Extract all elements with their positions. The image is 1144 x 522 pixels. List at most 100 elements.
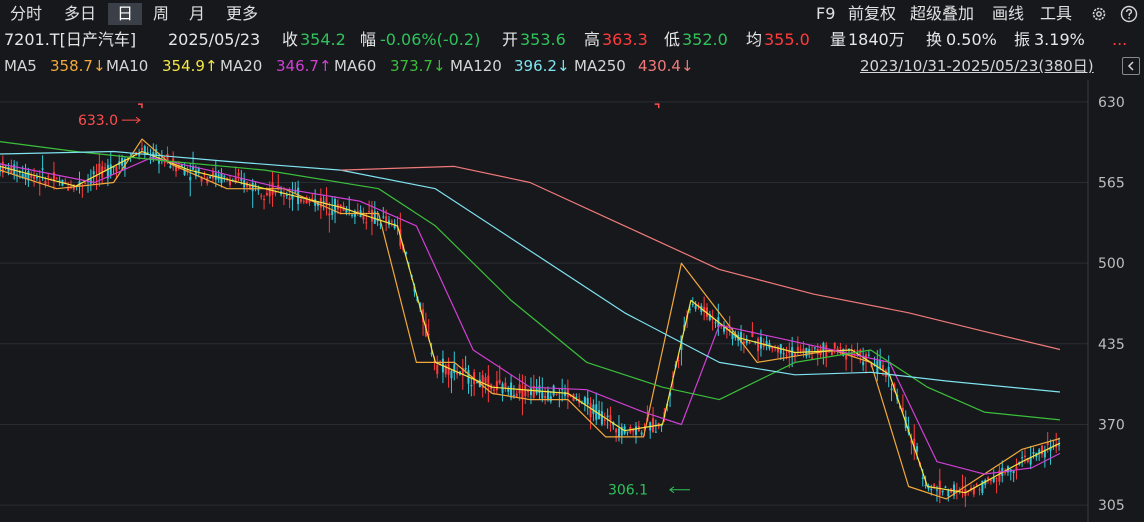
candle-body	[924, 485, 927, 487]
candle-body	[916, 446, 919, 452]
candle-body	[370, 209, 373, 222]
candle-body	[282, 195, 285, 197]
candle-body	[504, 382, 507, 388]
ma250-value: 430.4↓	[638, 57, 694, 75]
tab-more[interactable]: 更多	[220, 3, 264, 25]
candle-body	[257, 189, 260, 191]
candle-body	[285, 194, 288, 196]
ma10-label: MA10	[106, 57, 149, 75]
candle-body	[606, 415, 609, 418]
candle-body	[30, 175, 33, 178]
candle-body	[1023, 455, 1026, 457]
volume-label: 量	[830, 30, 847, 49]
candle-body	[529, 388, 532, 395]
f9-button[interactable]: F9	[816, 3, 835, 25]
turnover-label: 换	[926, 30, 943, 49]
candle-body	[365, 222, 368, 224]
tools-button[interactable]: 工具	[1040, 3, 1072, 25]
candle-body	[209, 176, 212, 179]
candle-body	[524, 385, 527, 397]
candle-body	[55, 178, 58, 180]
ma5-label: MA5	[4, 57, 37, 75]
candle-body	[302, 200, 305, 202]
high-label: 高	[584, 30, 601, 49]
candle-body	[879, 359, 882, 369]
candle-body	[368, 211, 371, 213]
adjust-button[interactable]: 前复权	[848, 3, 896, 25]
candle-body	[390, 221, 393, 223]
turnover-value: 0.50%	[946, 30, 997, 49]
candle-body	[833, 342, 836, 349]
candle-body	[515, 393, 518, 397]
candle-body	[510, 382, 513, 398]
candle-body	[35, 177, 38, 179]
tab-intraday[interactable]: 分时	[4, 3, 48, 25]
ma10-line	[0, 150, 1061, 494]
candle-body	[498, 379, 501, 384]
candle-body	[447, 364, 450, 375]
candle-body	[311, 198, 314, 200]
ma120-value: 396.2↓	[514, 57, 570, 75]
candle-body	[802, 348, 805, 352]
ma60-value: 373.7↓	[390, 57, 446, 75]
ma120-line	[0, 150, 1061, 393]
range-toggle-button[interactable]	[1122, 57, 1140, 75]
candle-body	[456, 372, 459, 375]
volume-value: 1840万	[848, 30, 905, 49]
candle-body	[782, 353, 785, 355]
candle-body	[33, 176, 36, 180]
candle-body	[555, 393, 558, 395]
candle-body	[947, 490, 950, 497]
high-value: 363.3	[602, 30, 648, 49]
avg-label: 均	[746, 30, 763, 49]
more-indicator[interactable]: ...	[1112, 28, 1127, 52]
candle-body	[935, 489, 938, 491]
candle-body	[322, 201, 325, 203]
candle-body	[385, 216, 388, 223]
candle-body	[228, 180, 231, 186]
candle-body	[839, 347, 842, 349]
candle-body	[223, 176, 226, 178]
candle-body	[1041, 445, 1044, 455]
draw-line-button[interactable]: 画线	[992, 3, 1024, 25]
gear-icon[interactable]	[1090, 5, 1108, 23]
candle-body	[436, 365, 439, 374]
ma20-label: MA20	[220, 57, 263, 75]
ma20-value: 346.7↑	[276, 57, 332, 75]
candle-body	[856, 349, 859, 351]
y-tick-label: 305	[1098, 498, 1125, 514]
candle-body	[552, 385, 555, 396]
max-price-label: 633.0	[78, 113, 118, 129]
tab-daily[interactable]: 日	[108, 3, 142, 25]
y-tick-label: 630	[1098, 95, 1125, 111]
candle-body	[138, 154, 141, 156]
ma5-value: 358.7↓	[50, 57, 106, 75]
ma10-value: 354.9↑	[162, 57, 218, 75]
candle-body	[254, 184, 257, 186]
tab-multi-day[interactable]: 多日	[58, 3, 102, 25]
candle-body	[941, 490, 944, 493]
candle-body	[169, 165, 172, 168]
tab-monthly[interactable]: 月	[182, 3, 212, 25]
candle-body	[512, 395, 515, 397]
candle-body	[714, 322, 717, 324]
candle-body	[263, 199, 266, 201]
candle-body	[632, 429, 635, 432]
candle-body	[1032, 452, 1035, 454]
candle-body	[189, 177, 192, 181]
candle-body	[1015, 466, 1018, 470]
amplitude-value: 3.19%	[1034, 30, 1085, 49]
help-icon[interactable]	[1120, 5, 1138, 23]
price-chart[interactable]: 305 370 435 500 565 630 633.0 306.1	[0, 80, 1144, 522]
stock-name: 7201.T[日产汽车]	[4, 30, 137, 49]
candle-body	[811, 357, 814, 359]
candle-body	[260, 195, 263, 197]
date-range-link[interactable]: 2023/10/31-2025/05/23(380日)	[860, 54, 1094, 78]
candle-body	[978, 489, 981, 491]
candle-body	[944, 486, 947, 488]
tab-weekly[interactable]: 周	[146, 3, 176, 25]
overlay-button[interactable]: 超级叠加	[910, 3, 974, 25]
candle-body	[575, 396, 578, 398]
candle-body	[495, 381, 498, 391]
ma250-label: MA250	[574, 57, 626, 75]
